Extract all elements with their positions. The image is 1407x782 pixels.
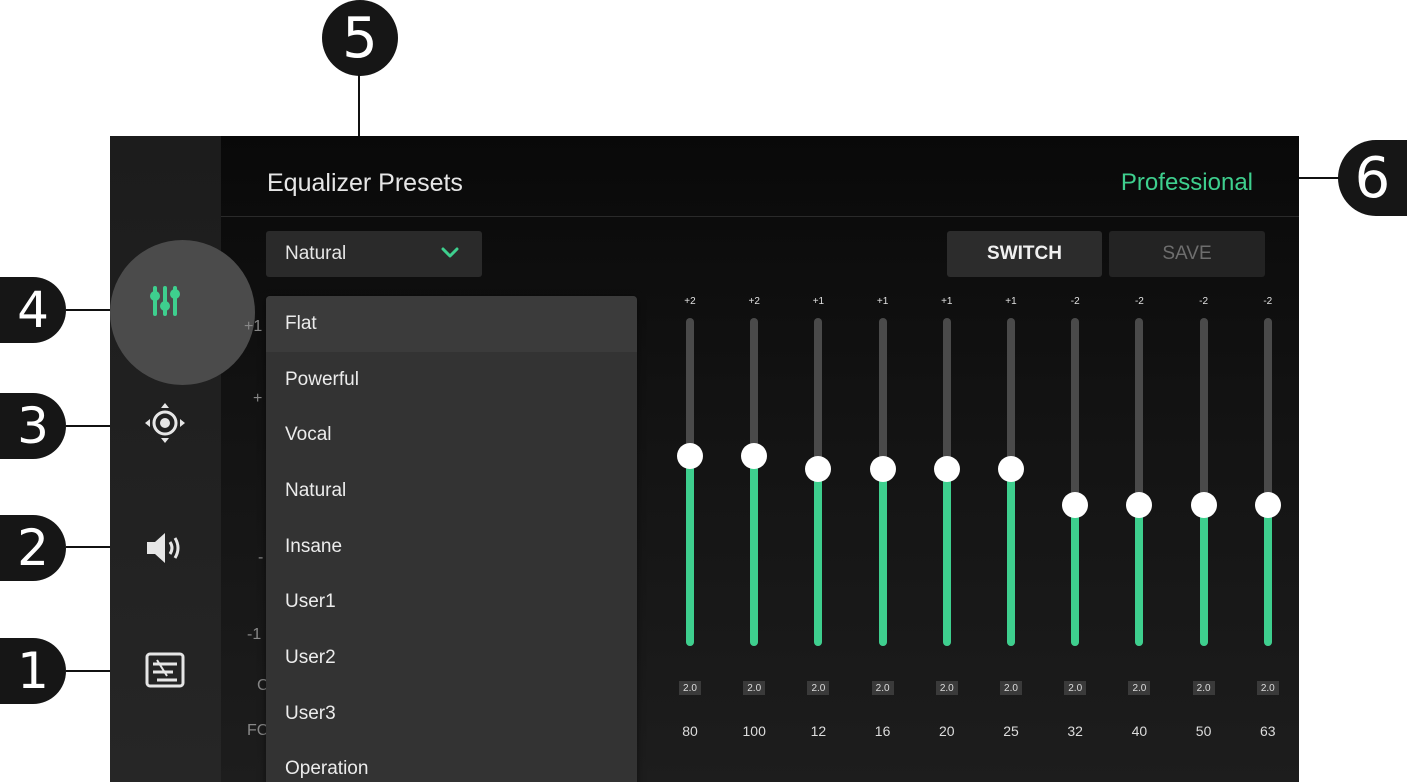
band-frequency-label: 40 bbox=[1131, 723, 1148, 739]
band-slider-knob[interactable] bbox=[1126, 491, 1153, 518]
band-slider-fill bbox=[1071, 504, 1080, 646]
band-slider-fill bbox=[686, 455, 694, 646]
callout-4: 4 bbox=[0, 277, 66, 343]
band-frequency-label: 100 bbox=[742, 723, 766, 739]
page-title: Equalizer Presets bbox=[267, 169, 463, 197]
band-slider-fill bbox=[1007, 468, 1015, 646]
band-slider-knob[interactable] bbox=[805, 455, 832, 482]
band-gain-label: -2 bbox=[1134, 296, 1144, 307]
band-gain-label: +1 bbox=[812, 296, 825, 307]
band-gain-label: -2 bbox=[1199, 296, 1209, 307]
bg-label: -1 bbox=[247, 626, 262, 643]
band-slider-knob[interactable] bbox=[1254, 491, 1281, 518]
band-gain-label: +2 bbox=[684, 296, 696, 307]
callout-5: 5 bbox=[322, 0, 398, 76]
band-frequency-label: 25 bbox=[1003, 723, 1019, 739]
preset-option[interactable]: Flat bbox=[266, 296, 637, 352]
band-slider-fill bbox=[814, 468, 823, 646]
band-q-value[interactable]: 2.0 bbox=[807, 681, 830, 695]
band-slider-knob[interactable] bbox=[933, 455, 960, 482]
band-frequency-label: 32 bbox=[1067, 723, 1083, 739]
band-gain-label: -2 bbox=[1070, 296, 1080, 307]
sidebar-item-volume[interactable] bbox=[135, 528, 195, 568]
band-slider-knob[interactable] bbox=[1190, 491, 1217, 518]
band-slider-fill bbox=[1199, 504, 1208, 646]
callout-3: 3 bbox=[0, 393, 66, 459]
band-gain-label: +1 bbox=[1005, 296, 1017, 307]
band-frequency-label: 20 bbox=[939, 723, 955, 739]
preset-select[interactable]: Natural bbox=[266, 231, 482, 277]
band-slider-knob[interactable] bbox=[1062, 491, 1089, 518]
band-slider-fill bbox=[750, 455, 759, 646]
speaker-volume-icon bbox=[147, 533, 180, 563]
band-gain-label: -2 bbox=[1263, 296, 1273, 307]
band-frequency-label: 12 bbox=[810, 723, 827, 739]
callout-1: 1 bbox=[0, 638, 66, 704]
callout-2-label: 2 bbox=[17, 519, 49, 577]
callout-2: 2 bbox=[0, 515, 66, 581]
preset-option[interactable]: User2 bbox=[266, 630, 637, 686]
callout-6-label: 6 bbox=[1354, 145, 1391, 211]
callout-4-label: 4 bbox=[17, 281, 49, 339]
band-q-value[interactable]: 2.0 bbox=[1256, 681, 1279, 695]
band-q-value[interactable]: 2.0 bbox=[1128, 681, 1151, 695]
callout-1-label: 1 bbox=[17, 642, 49, 700]
preset-option[interactable]: User1 bbox=[266, 574, 637, 630]
band-frequency-label: 50 bbox=[1195, 723, 1212, 739]
callout-6: 6 bbox=[1338, 140, 1407, 216]
preset-option[interactable]: Operation bbox=[266, 742, 637, 782]
band-gain-label: +2 bbox=[748, 296, 760, 307]
band-slider-fill bbox=[1135, 504, 1144, 646]
band-slider-knob[interactable] bbox=[998, 455, 1024, 482]
save-button[interactable]: SAVE bbox=[1109, 231, 1265, 277]
mode-label[interactable]: Professional bbox=[1121, 169, 1253, 197]
header-divider bbox=[221, 216, 1299, 217]
band-slider-knob[interactable] bbox=[677, 442, 703, 469]
preset-option[interactable]: Insane bbox=[266, 519, 637, 575]
band-frequency-label: 80 bbox=[682, 723, 698, 739]
band-gain-label: +1 bbox=[941, 296, 953, 307]
chevron-down-icon bbox=[441, 247, 459, 258]
band-q-value[interactable]: 2.0 bbox=[1192, 681, 1215, 695]
band-q-value[interactable]: 2.0 bbox=[935, 681, 958, 695]
band-slider-fill bbox=[878, 468, 887, 646]
sidebar-item-surround[interactable] bbox=[135, 403, 195, 443]
band-q-value[interactable]: 2.0 bbox=[679, 681, 701, 695]
sidebar bbox=[110, 136, 255, 782]
band-slider-fill bbox=[1263, 504, 1272, 646]
band-frequency-label: 63 bbox=[1260, 723, 1276, 739]
band-slider-knob[interactable] bbox=[741, 442, 768, 469]
equalizer-sliders-icon bbox=[150, 286, 180, 316]
band-q-value[interactable]: 2.0 bbox=[743, 681, 766, 695]
band-slider-fill bbox=[942, 468, 951, 646]
preset-option[interactable]: Vocal bbox=[266, 407, 637, 463]
callout-3-label: 3 bbox=[17, 397, 49, 455]
preset-dropdown-list: Flat Powerful Vocal Natural Insane User1… bbox=[266, 296, 637, 782]
sidebar-item-crossover[interactable] bbox=[135, 650, 195, 690]
bg-label: - bbox=[258, 549, 264, 566]
equalizer-screen: Equalizer Presets Professional Natural S… bbox=[110, 136, 1299, 782]
preset-option[interactable]: Powerful bbox=[266, 352, 637, 408]
preset-option[interactable]: Natural bbox=[266, 463, 637, 519]
preset-select-value: Natural bbox=[285, 243, 347, 264]
switch-button[interactable]: SWITCH bbox=[947, 231, 1102, 277]
bg-label: + bbox=[253, 390, 263, 407]
preset-option[interactable]: User3 bbox=[266, 686, 637, 742]
bg-label: +1 bbox=[244, 318, 263, 335]
band-gain-label: +1 bbox=[876, 296, 889, 307]
band-q-value[interactable]: 2.0 bbox=[871, 681, 894, 695]
callout-5-label: 5 bbox=[342, 5, 378, 71]
crossover-filter-icon bbox=[145, 652, 185, 688]
sidebar-item-equalizer[interactable] bbox=[135, 280, 195, 320]
band-q-value[interactable]: 2.0 bbox=[1064, 681, 1087, 695]
band-q-value[interactable]: 2.0 bbox=[1000, 681, 1022, 695]
band-frequency-label: 16 bbox=[874, 723, 891, 739]
band-slider-knob[interactable] bbox=[869, 455, 896, 482]
surround-position-icon bbox=[145, 403, 185, 443]
